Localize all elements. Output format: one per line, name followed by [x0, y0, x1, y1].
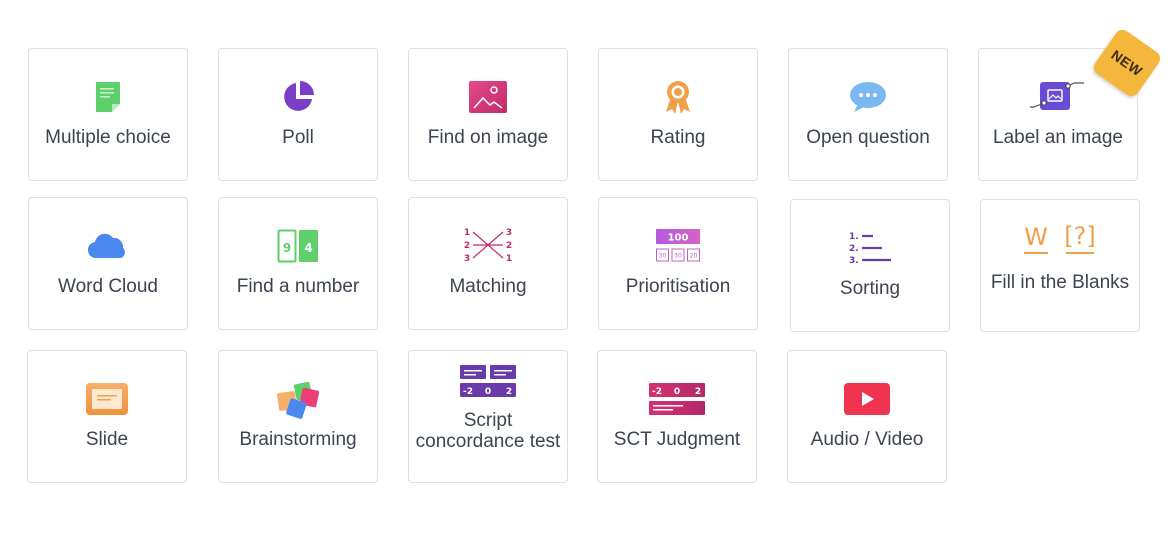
- tile-label: Prioritisation: [625, 276, 731, 297]
- tile-find-on-image[interactable]: Find on image: [408, 48, 568, 181]
- poll-icon: [219, 77, 377, 117]
- svg-text:20: 20: [690, 253, 698, 260]
- tile-label: Fill in the Blanks: [990, 272, 1130, 293]
- svg-text:0: 0: [674, 387, 680, 397]
- tile-script-concordance-test[interactable]: -2 0 2 Script concordance test: [408, 350, 568, 483]
- image-icon: [409, 77, 567, 117]
- tile-word-cloud[interactable]: Word Cloud: [28, 197, 188, 330]
- multiple-choice-icon: [29, 77, 187, 117]
- tile-label: Label an image: [993, 127, 1123, 148]
- tile-matching[interactable]: 1 2 3 3 2 1 Matching: [408, 197, 568, 330]
- find-number-icon: 9 4: [219, 226, 377, 266]
- matching-icon: 1 2 3 3 2 1: [409, 226, 567, 266]
- svg-text:3.: 3.: [849, 256, 859, 266]
- svg-text:30: 30: [674, 253, 682, 260]
- svg-text:W: W: [1024, 223, 1048, 251]
- tile-label: Audio / Video: [810, 429, 924, 450]
- tile-fill-in-the-blanks[interactable]: W [?] Fill in the Blanks: [980, 199, 1140, 332]
- svg-text:1: 1: [464, 228, 470, 238]
- tile-rating[interactable]: Rating: [598, 48, 758, 181]
- play-video-icon: [788, 379, 946, 419]
- tile-multiple-choice[interactable]: Multiple choice: [28, 48, 188, 181]
- svg-text:2: 2: [506, 387, 512, 397]
- tile-poll[interactable]: Poll: [218, 48, 378, 181]
- rating-ribbon-icon: [599, 77, 757, 117]
- tile-label: Poll: [282, 127, 314, 148]
- tile-label: Word Cloud: [58, 276, 158, 297]
- tile-prioritisation[interactable]: 100 30 30 20 Prioritisation: [598, 197, 758, 330]
- tile-label: Rating: [650, 127, 706, 148]
- svg-text:2: 2: [464, 241, 470, 251]
- svg-text:1: 1: [506, 254, 512, 264]
- tile-label: SCT Judgment: [613, 429, 741, 450]
- digit-right: 4: [304, 241, 312, 255]
- tile-sct-judgment[interactable]: -2 0 2 SCT Judgment: [597, 350, 757, 483]
- script-concordance-icon: -2 0 2: [409, 361, 567, 401]
- tile-label: Find on image: [427, 127, 549, 148]
- tile-label: Slide: [85, 429, 129, 450]
- fill-blanks-icon: W [?]: [981, 218, 1139, 258]
- svg-text:2: 2: [506, 241, 512, 251]
- digit-left: 9: [283, 241, 291, 255]
- sct-judgment-icon: -2 0 2: [598, 379, 756, 419]
- svg-text:0: 0: [485, 387, 491, 397]
- tile-audio-video[interactable]: Audio / Video: [787, 350, 947, 483]
- prioritisation-icon: 100 30 30 20: [599, 226, 757, 266]
- svg-text:1.: 1.: [849, 232, 859, 242]
- tile-label: Multiple choice: [45, 127, 171, 148]
- svg-text:3: 3: [464, 254, 470, 264]
- svg-text:30: 30: [659, 253, 667, 260]
- svg-text:-2: -2: [652, 387, 662, 397]
- tile-label: Script concordance test: [415, 410, 561, 452]
- tile-label: Find a number: [236, 276, 360, 297]
- tile-find-a-number[interactable]: 9 4 Find a number: [218, 197, 378, 330]
- tile-sorting[interactable]: 1. 2. 3. Sorting: [790, 199, 950, 332]
- svg-text:2: 2: [695, 387, 701, 397]
- tile-brainstorming[interactable]: Brainstorming: [218, 350, 378, 483]
- tile-slide[interactable]: Slide: [27, 350, 187, 483]
- svg-text:[?]: [?]: [1064, 222, 1095, 250]
- tile-label: Matching: [449, 276, 527, 297]
- svg-text:2.: 2.: [849, 244, 859, 254]
- slide-icon: [28, 379, 186, 419]
- tile-label: Sorting: [839, 278, 901, 299]
- brainstorming-icon: [219, 379, 377, 419]
- speech-bubble-icon: [789, 77, 947, 117]
- tile-label: Brainstorming: [239, 429, 357, 450]
- cloud-icon: [29, 226, 187, 266]
- svg-text:-2: -2: [463, 387, 473, 397]
- svg-text:3: 3: [506, 228, 512, 238]
- tile-open-question[interactable]: Open question: [788, 48, 948, 181]
- tile-label-an-image[interactable]: NEW Label an image: [978, 26, 1164, 181]
- svg-text:100: 100: [668, 233, 689, 244]
- sorting-icon: 1. 2. 3.: [791, 228, 949, 268]
- tile-label: Open question: [806, 127, 930, 148]
